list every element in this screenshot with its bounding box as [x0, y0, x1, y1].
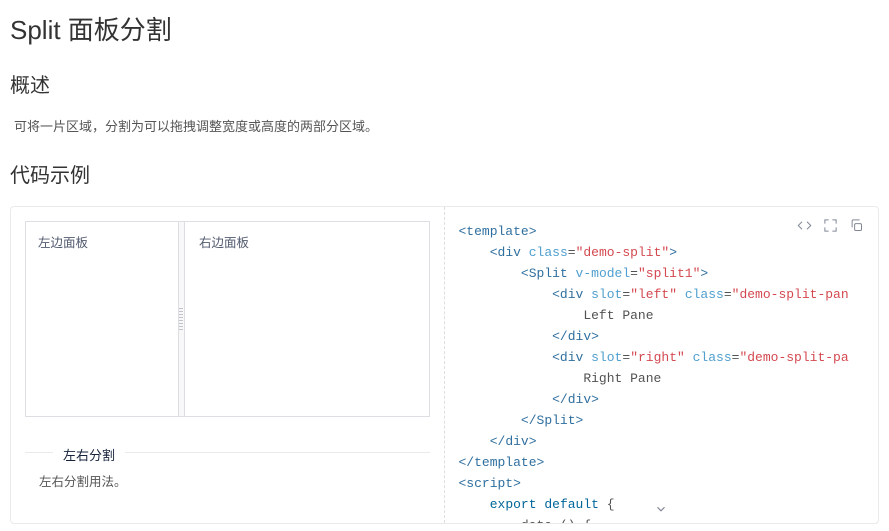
split-right-pane: 右边面板	[185, 222, 429, 416]
code-toolbar	[796, 217, 864, 233]
example-card: 左边面板 右边面板 左右分割 左右分割用法。	[10, 206, 879, 524]
split-left-pane: 左边面板	[26, 222, 179, 416]
expand-icon[interactable]	[822, 217, 838, 233]
code-block: <template> <div class="demo-split"> <Spl…	[445, 207, 879, 523]
chevron-down-icon[interactable]	[654, 502, 668, 519]
code-icon[interactable]	[796, 217, 812, 233]
demo-title: 左右分割	[53, 445, 125, 464]
copy-icon[interactable]	[848, 217, 864, 233]
overview-heading: 概述	[10, 69, 879, 98]
overview-text: 可将一片区域，分割为可以拖拽调整宽度或高度的两部分区域。	[10, 116, 879, 135]
demo-column: 左边面板 右边面板 左右分割 左右分割用法。	[11, 207, 445, 523]
examples-heading: 代码示例	[10, 159, 879, 188]
code-column: <template> <div class="demo-split"> <Spl…	[445, 207, 879, 523]
split-demo: 左边面板 右边面板	[25, 221, 430, 417]
page-title: Split 面板分割	[10, 10, 879, 47]
demo-meta: 左右分割 左右分割用法。	[25, 445, 430, 490]
demo-description: 左右分割用法。	[25, 471, 430, 490]
